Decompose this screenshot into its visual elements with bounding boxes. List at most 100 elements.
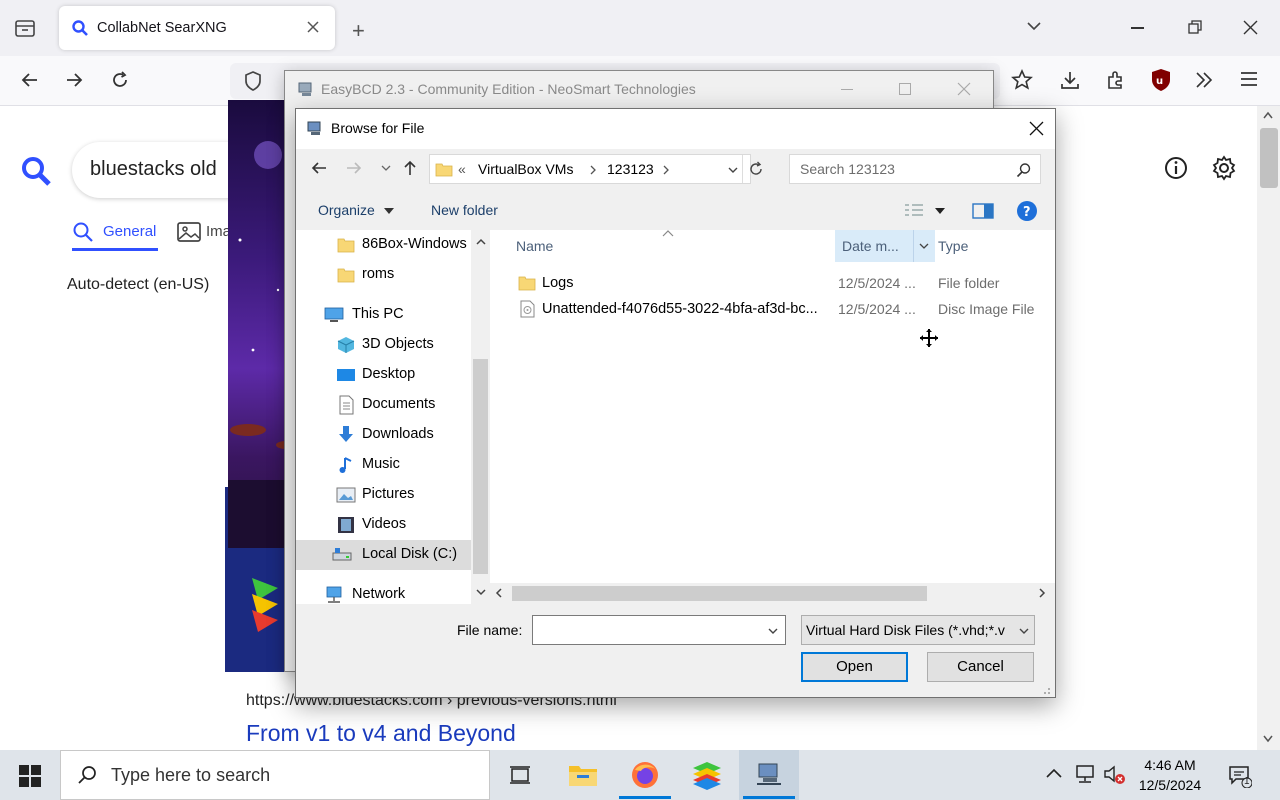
- nav-item-3d-objects[interactable]: 3D Objects: [296, 330, 471, 360]
- easybcd-icon: [757, 763, 781, 785]
- settings-gear-icon[interactable]: [1211, 155, 1237, 181]
- up-folder-icon[interactable]: [402, 159, 418, 177]
- folder-search-input[interactable]: Search 123123: [789, 154, 1041, 184]
- firefox-button[interactable]: [615, 750, 675, 800]
- file-list-hscrollbar[interactable]: [490, 583, 1055, 604]
- page-scrollbar-thumb[interactable]: [1260, 128, 1278, 188]
- nav-item-documents[interactable]: Documents: [296, 390, 471, 420]
- tracking-shield-icon[interactable]: [244, 71, 262, 91]
- scroll-left-icon[interactable]: [495, 588, 503, 598]
- downloads-icon[interactable]: [1059, 69, 1081, 91]
- ublock-origin-icon[interactable]: u: [1150, 68, 1172, 92]
- forward-arrow-icon[interactable]: [345, 160, 363, 176]
- list-tabs-icon[interactable]: [1026, 20, 1042, 32]
- taskbar-search-box[interactable]: Type here to search: [60, 750, 490, 800]
- nav-item-pictures[interactable]: Pictures: [296, 480, 471, 510]
- tab-overview-icon[interactable]: [14, 17, 36, 39]
- move-cursor-icon: [919, 328, 939, 348]
- scroll-right-icon[interactable]: [1038, 588, 1046, 598]
- view-details-icon[interactable]: [903, 202, 925, 220]
- minimize-icon[interactable]: [1131, 27, 1144, 29]
- file-row-logs[interactable]: Logs 12/5/2024 ... File folder: [518, 270, 1048, 296]
- task-view-button[interactable]: [490, 750, 550, 800]
- nav-item-music[interactable]: Music: [296, 450, 471, 480]
- dialog-close-icon[interactable]: [1029, 121, 1044, 136]
- sort-ascending-icon: [662, 230, 674, 238]
- reload-icon[interactable]: [110, 70, 130, 90]
- breadcrumb-virtualbox-vms[interactable]: VirtualBox VMs: [478, 161, 573, 177]
- file-type: File folder: [938, 275, 1000, 291]
- scroll-down-icon[interactable]: [476, 588, 486, 596]
- close-tab-icon[interactable]: [306, 20, 320, 34]
- file-type-select[interactable]: Virtual Hard Disk Files (*.vhd;*.v: [801, 615, 1035, 645]
- nav-item-network[interactable]: Network: [296, 580, 471, 610]
- file-name-input[interactable]: [532, 615, 786, 645]
- help-icon[interactable]: ?: [1016, 200, 1038, 222]
- system-clock[interactable]: 4:46 AM 12/5/2024: [1130, 755, 1210, 795]
- column-header-type[interactable]: Type: [938, 238, 968, 254]
- view-dropdown-icon[interactable]: [935, 208, 945, 214]
- bookmark-star-icon[interactable]: [1011, 69, 1033, 91]
- overflow-menu-icon[interactable]: [1194, 71, 1214, 89]
- scroll-down-icon[interactable]: [1262, 734, 1274, 744]
- address-overflow[interactable]: «: [458, 161, 466, 177]
- easybcd-maximize-icon[interactable]: [899, 83, 911, 95]
- hamburger-menu-icon[interactable]: [1240, 71, 1258, 87]
- organize-button[interactable]: Organize: [318, 202, 375, 218]
- result-title-link[interactable]: From v1 to v4 and Beyond: [246, 720, 516, 747]
- nav-item-this-pc[interactable]: This PC: [296, 300, 471, 330]
- file-name-dropdown-icon[interactable]: [767, 626, 779, 636]
- bluestacks-button[interactable]: [677, 750, 737, 800]
- address-dropdown-icon[interactable]: [727, 165, 739, 175]
- preview-pane-icon[interactable]: [972, 202, 994, 220]
- back-icon[interactable]: [20, 70, 40, 90]
- close-window-icon[interactable]: [1243, 20, 1258, 35]
- column-header-name[interactable]: Name: [516, 238, 553, 254]
- file-row-unattended[interactable]: Unattended-f4076d55-3022-4bfa-af3d-bc...…: [518, 296, 1048, 322]
- address-bar[interactable]: « VirtualBox VMs 123123: [429, 154, 762, 184]
- volume-muted-icon[interactable]: [1103, 764, 1127, 786]
- organize-dropdown-icon[interactable]: [384, 208, 394, 214]
- open-button[interactable]: Open: [801, 652, 908, 682]
- forward-icon[interactable]: [64, 70, 84, 90]
- breadcrumb-123123[interactable]: 123123: [607, 161, 654, 177]
- nav-item-roms[interactable]: roms: [296, 260, 471, 290]
- new-tab-button[interactable]: +: [352, 18, 365, 44]
- easybcd-taskbar-button[interactable]: [739, 750, 799, 800]
- navpane-scroll-thumb[interactable]: [473, 359, 488, 574]
- dialog-titlebar[interactable]: Browse for File: [296, 109, 1055, 149]
- nav-item-desktop[interactable]: Desktop: [296, 360, 471, 390]
- cancel-button[interactable]: Cancel: [927, 652, 1034, 682]
- file-date: 12/5/2024 ...: [838, 301, 916, 317]
- nav-item-86box-windows[interactable]: 86Box-Windows: [296, 230, 471, 260]
- easybcd-close-icon[interactable]: [957, 82, 971, 96]
- network-status-icon[interactable]: [1074, 764, 1096, 784]
- hscroll-thumb[interactable]: [512, 586, 927, 601]
- resize-grip-icon[interactable]: [1041, 685, 1051, 695]
- nav-item-downloads[interactable]: Downloads: [296, 420, 471, 450]
- column-dropdown-icon[interactable]: [919, 242, 929, 250]
- file-type-dropdown-icon[interactable]: [1018, 626, 1030, 636]
- easybcd-minimize-icon[interactable]: [841, 89, 853, 90]
- language-selector[interactable]: Auto-detect (en-US): [67, 276, 209, 294]
- scroll-up-icon[interactable]: [1262, 110, 1274, 120]
- scroll-up-icon[interactable]: [476, 238, 486, 246]
- restore-icon[interactable]: [1188, 20, 1202, 34]
- browser-tab[interactable]: CollabNet SearXNG: [59, 6, 335, 50]
- notification-center-icon[interactable]: 1: [1228, 764, 1252, 788]
- recent-locations-icon[interactable]: [381, 164, 391, 172]
- start-windows-icon[interactable]: [19, 765, 41, 787]
- show-hidden-icons-icon[interactable]: [1045, 767, 1063, 779]
- searxng-logo-icon[interactable]: [20, 155, 52, 187]
- back-arrow-icon[interactable]: [310, 160, 328, 176]
- file-explorer-button[interactable]: [553, 750, 613, 800]
- extensions-icon[interactable]: [1105, 69, 1127, 91]
- new-folder-button[interactable]: New folder: [431, 202, 498, 218]
- column-header-date[interactable]: Date m...: [835, 230, 935, 262]
- nav-item-local-disk-c[interactable]: Local Disk (C:): [296, 540, 471, 570]
- refresh-icon[interactable]: [748, 161, 764, 177]
- nav-item-videos[interactable]: Videos: [296, 510, 471, 540]
- address-divider: [742, 155, 743, 183]
- info-icon[interactable]: [1164, 156, 1188, 180]
- page-scrollbar[interactable]: [1257, 106, 1280, 750]
